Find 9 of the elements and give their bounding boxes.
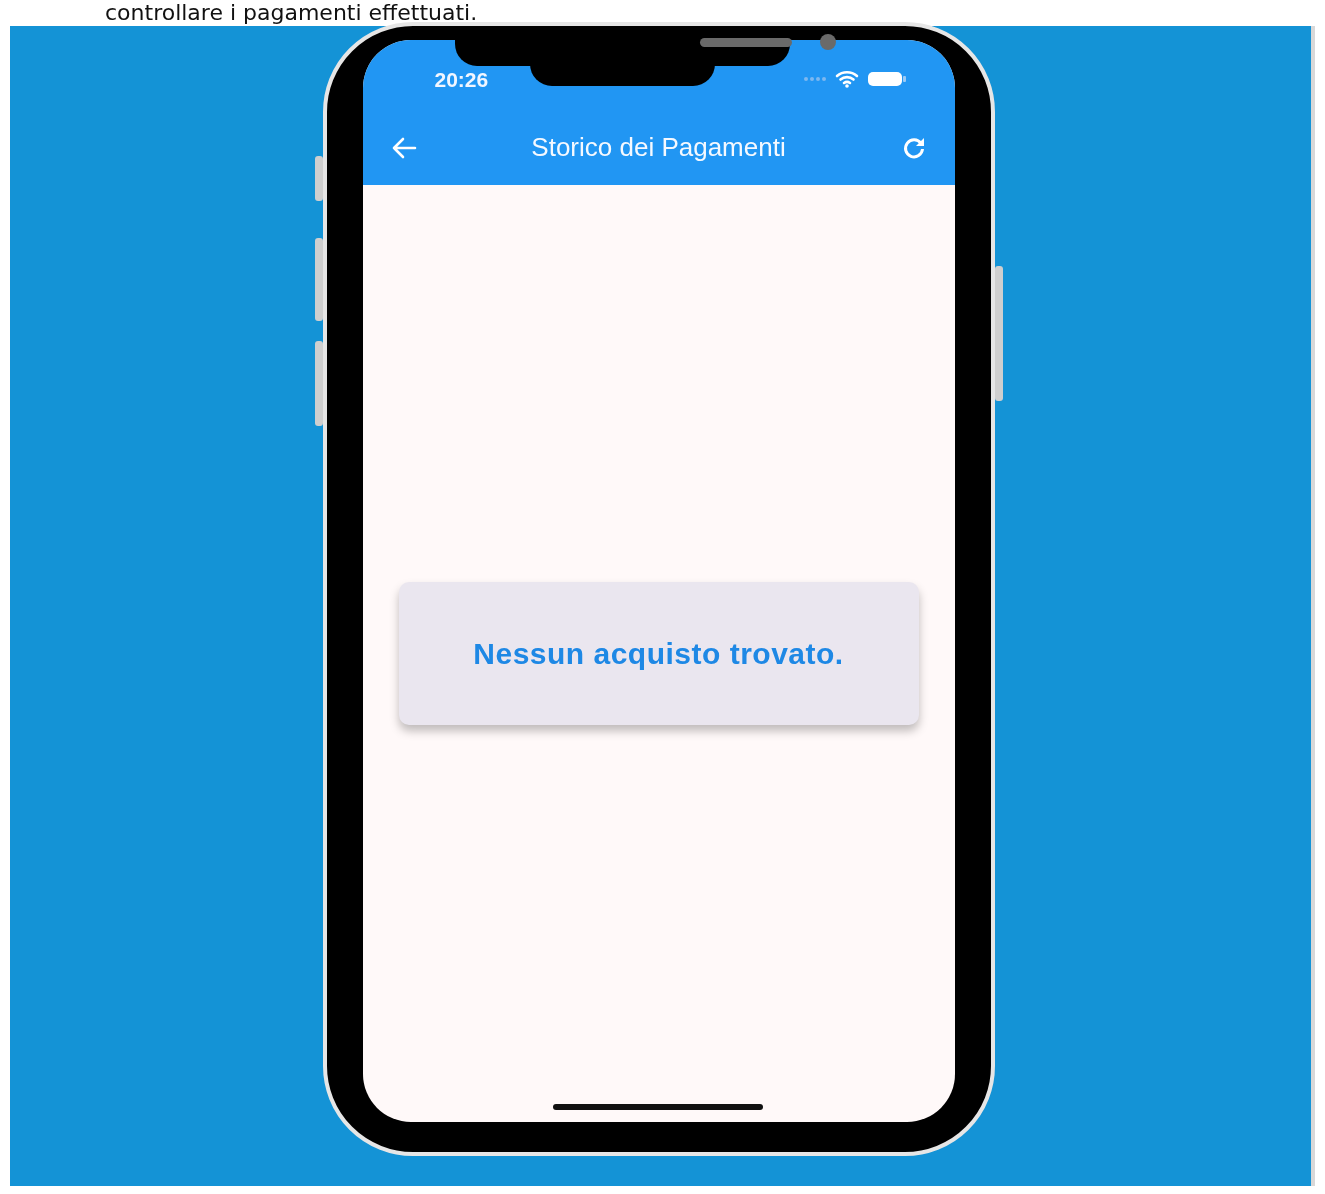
signal-icon (802, 76, 827, 82)
caption-text: controllare i pagamenti effettuati. (105, 0, 478, 25)
wifi-icon (834, 70, 859, 88)
empty-message: Nessun acquisto trovato. (473, 636, 844, 671)
battery-icon (866, 70, 907, 88)
back-arrow-icon[interactable] (390, 136, 417, 159)
camera-dot (819, 34, 836, 50)
screen-title: Storico dei Pagamenti (530, 132, 787, 163)
status-time: 20:26 (434, 67, 489, 92)
